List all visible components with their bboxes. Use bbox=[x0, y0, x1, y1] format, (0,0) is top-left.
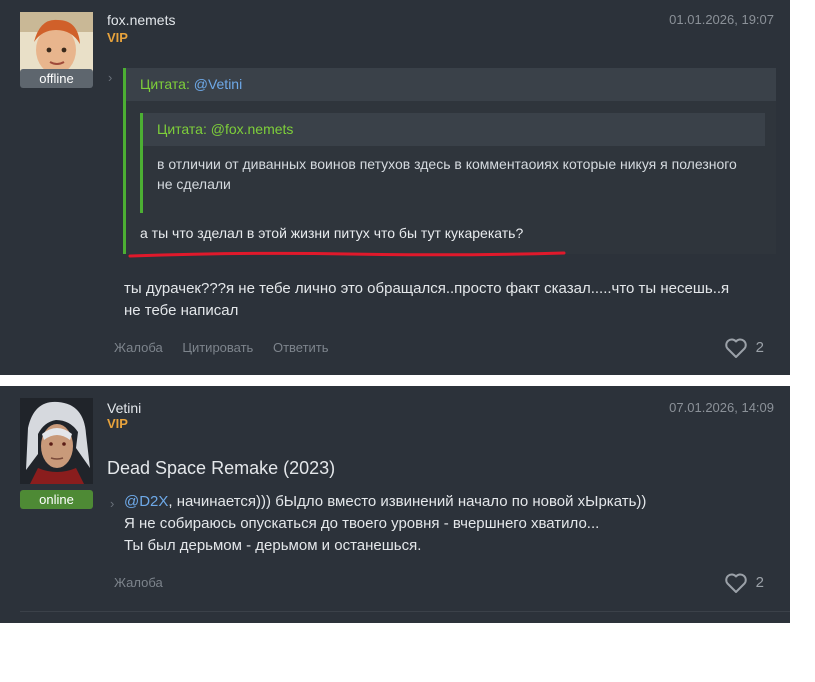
post-body-line: Я не собираюсь опускаться до твоего уров… bbox=[124, 515, 600, 532]
post-body-text: , начинается))) бЫдло вместо извинений н… bbox=[168, 493, 647, 510]
chevron-right-icon: › bbox=[108, 70, 113, 85]
post-body-line: ты дурачек???я не тебе лично это обращал… bbox=[124, 280, 730, 297]
quote-cite-label: Цитата: bbox=[140, 76, 190, 92]
post-date: 01.01.2026, 19:07 bbox=[669, 12, 774, 27]
author-name[interactable]: fox.nemets bbox=[107, 12, 175, 28]
nested-quote-text: в отличии от диванных воинов петухов зде… bbox=[157, 156, 737, 192]
post-body-line: не тебе написал bbox=[124, 302, 239, 319]
post-body: ты дурачек???я не тебе лично это обращал… bbox=[124, 278, 729, 322]
vip-badge: VIP bbox=[107, 416, 128, 431]
quote-cite-user[interactable]: @Vetini bbox=[194, 76, 242, 92]
nested-quote-cite-label: Цитата: bbox=[157, 121, 207, 137]
post-body-line: @D2X, начинается))) бЫдло вместо извинен… bbox=[124, 491, 646, 513]
like-button[interactable]: 2 bbox=[724, 572, 764, 594]
avatar[interactable] bbox=[20, 398, 93, 484]
status-badge: online bbox=[20, 490, 93, 509]
like-count: 2 bbox=[755, 338, 764, 356]
quote-block: Цитата: @Vetini Цитата: @fox.nemets в от… bbox=[123, 68, 776, 254]
vip-badge: VIP bbox=[107, 30, 128, 45]
quote-header: Цитата: @Vetini bbox=[126, 68, 776, 101]
red-underline-annotation bbox=[128, 251, 566, 258]
comment-post: online Vetini VIP 07.01.2026, 14:09 Dead… bbox=[0, 386, 790, 623]
author-name[interactable]: Vetini bbox=[107, 400, 141, 416]
post-body-line: Ты был дерьмом - дерьмом и останешься. bbox=[124, 537, 422, 554]
mention-link[interactable]: @D2X bbox=[124, 493, 168, 510]
report-link[interactable]: Жалоба bbox=[114, 340, 163, 355]
status-badge: offline bbox=[20, 69, 93, 88]
nested-quote-block: Цитата: @fox.nemets в отличии от диванны… bbox=[140, 113, 765, 213]
like-button[interactable]: 2 bbox=[724, 337, 764, 359]
quote-text: а ты что зделал в этой жизни питух что б… bbox=[140, 225, 524, 241]
post-body: @D2X, начинается))) бЫдло вместо извинен… bbox=[124, 491, 646, 557]
post-actions: Жалоба Цитировать Ответить bbox=[114, 340, 345, 355]
topic-title[interactable]: Dead Space Remake (2023) bbox=[107, 458, 335, 479]
quote-link[interactable]: Цитировать bbox=[182, 340, 253, 355]
post-date: 07.01.2026, 14:09 bbox=[669, 400, 774, 415]
chevron-right-icon: › bbox=[110, 496, 115, 511]
divider bbox=[20, 611, 790, 612]
comment-post: offline fox.nemets VIP 01.01.2026, 19:07… bbox=[0, 0, 790, 375]
report-link[interactable]: Жалоба bbox=[114, 575, 163, 590]
nested-quote-header: Цитата: @fox.nemets bbox=[143, 113, 765, 146]
heart-icon bbox=[724, 573, 747, 593]
like-count: 2 bbox=[755, 573, 764, 591]
reply-link[interactable]: Ответить bbox=[273, 340, 329, 355]
nested-quote-cite-user[interactable]: @fox.nemets bbox=[211, 121, 294, 137]
heart-icon bbox=[724, 338, 747, 358]
post-actions: Жалоба bbox=[114, 575, 179, 590]
